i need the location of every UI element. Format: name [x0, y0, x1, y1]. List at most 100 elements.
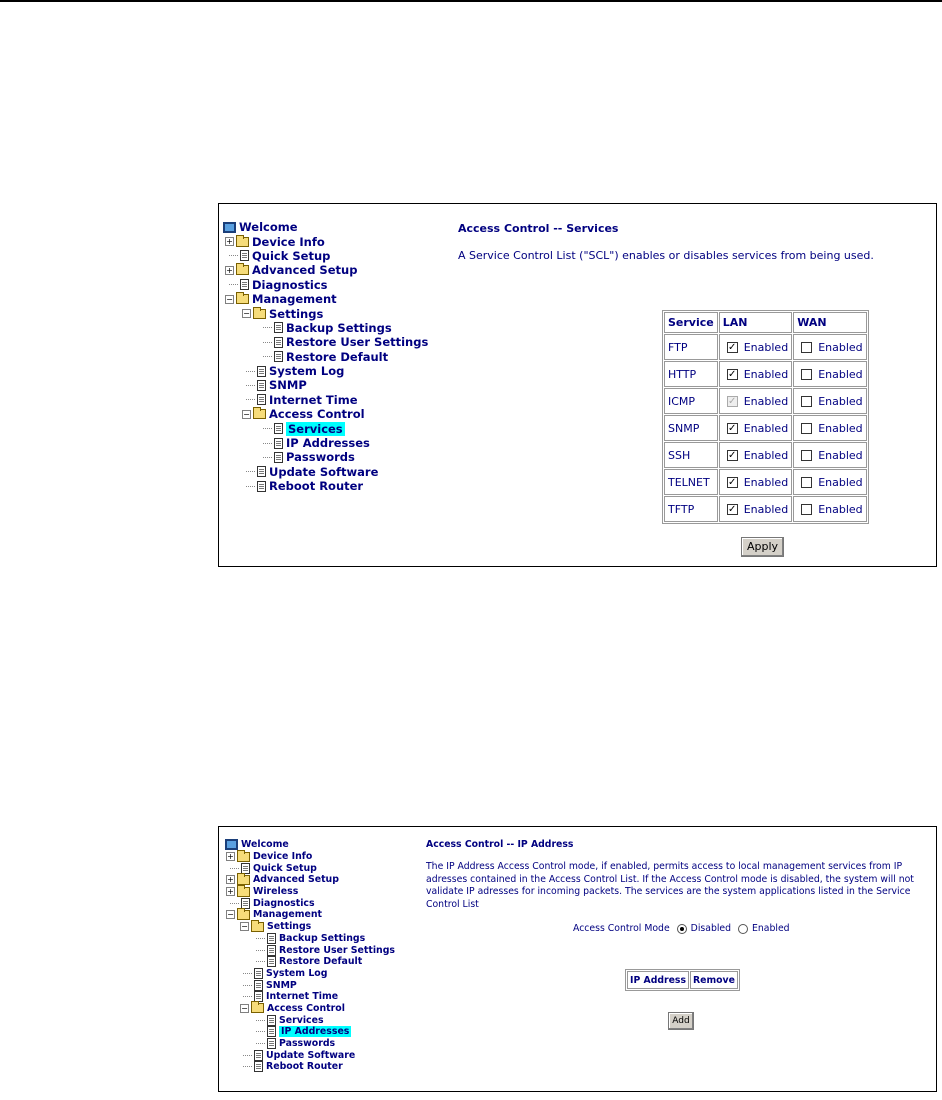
add-button[interactable]: Add — [668, 1012, 694, 1030]
wan-enabled-checkbox[interactable] — [801, 396, 813, 407]
table-row: TELNET ✓ Enabled Enabled — [664, 469, 868, 495]
page-icon — [254, 979, 263, 991]
page-icon — [257, 480, 266, 492]
tree-item-ip-addresses[interactable]: IP Addresses — [225, 1026, 395, 1038]
tree-item-diagnostics[interactable]: Diagnostics — [225, 897, 395, 909]
wan-enabled-checkbox[interactable] — [801, 423, 813, 434]
folder-icon — [237, 884, 250, 897]
column-header-service: Service — [664, 312, 718, 333]
tree-item-snmp[interactable]: SNMP — [223, 378, 428, 392]
page-icon — [267, 1038, 276, 1050]
tree-item-access-control[interactable]: − Access Control — [223, 407, 428, 421]
open-folder-icon — [237, 907, 250, 920]
wan-enabled-checkbox[interactable] — [801, 342, 813, 353]
tree-item-update-software[interactable]: Update Software — [223, 465, 428, 479]
tree-item-backup-settings[interactable]: Backup Settings — [223, 321, 428, 335]
wan-enabled-checkbox[interactable] — [801, 369, 813, 380]
tree-item-passwords[interactable]: Passwords — [223, 450, 428, 464]
tree-item-system-log[interactable]: System Log — [223, 364, 428, 378]
wan-enabled-checkbox[interactable] — [801, 477, 813, 488]
tree-item-internet-time[interactable]: Internet Time — [223, 393, 428, 407]
tree-item-services[interactable]: Services — [223, 421, 428, 436]
expand-icon[interactable]: + — [226, 852, 235, 862]
tree-connector — [243, 1054, 252, 1056]
mode-enabled-radio[interactable] — [738, 923, 749, 934]
tree-item-restore-default[interactable]: Restore Default — [225, 956, 395, 968]
apply-button[interactable]: Apply — [741, 537, 784, 557]
collapse-icon[interactable]: − — [226, 910, 235, 920]
page-title: Access Control -- Services — [458, 222, 619, 235]
mode-disabled-radio[interactable] — [676, 923, 687, 934]
lan-enabled-checkbox[interactable]: ✓ — [726, 342, 738, 353]
lan-enabled-checkbox[interactable]: ✓ — [726, 369, 738, 380]
wan-cell: Enabled — [793, 388, 868, 414]
lan-enabled-checkbox[interactable]: ✓ — [726, 504, 738, 515]
tree-item-diagnostics[interactable]: Diagnostics — [223, 278, 428, 292]
collapse-icon[interactable]: − — [240, 1003, 249, 1013]
tree-item-restore-user-settings[interactable]: Restore User Settings — [223, 335, 428, 349]
lan-cell: ✓ Enabled — [718, 415, 793, 441]
tree-item-restore-user-settings[interactable]: Restore User Settings — [225, 944, 395, 956]
tree-item-welcome[interactable]: Welcome — [223, 220, 428, 234]
tree-item-update-software[interactable]: Update Software — [225, 1049, 395, 1061]
services-content: Access Control -- Services A Service Con… — [458, 222, 874, 262]
lan-enabled-checkbox[interactable]: ✓ — [726, 423, 738, 434]
tree-item-device-info[interactable]: + Device Info — [223, 234, 428, 249]
lan-cell: ✓ Enabled — [718, 361, 793, 387]
expand-icon[interactable]: + — [225, 265, 234, 275]
tree-item-access-control[interactable]: − Access Control — [225, 1001, 395, 1015]
tree-connector — [256, 1043, 265, 1045]
tree-connector — [263, 327, 272, 329]
tree-item-snmp[interactable]: SNMP — [225, 979, 395, 991]
folder-icon — [237, 849, 250, 862]
expand-icon[interactable]: + — [226, 875, 235, 885]
lan-enabled-checkbox[interactable]: ✓ — [726, 450, 738, 461]
collapse-icon[interactable]: − — [242, 309, 251, 319]
enabled-label: Enabled — [743, 394, 789, 408]
page-description: The IP Address Access Control mode, if e… — [426, 861, 914, 910]
service-name: HTTP — [664, 361, 718, 387]
enabled-label: Enabled — [743, 502, 789, 516]
ip-address-table: IP Address Remove — [625, 969, 740, 991]
tree-item-device-info[interactable]: + Device Info — [225, 849, 395, 863]
enabled-label: Enabled — [818, 502, 863, 516]
lan-enabled-checkbox[interactable]: ✓ — [726, 477, 738, 488]
open-folder-icon — [253, 407, 266, 420]
page-icon — [274, 351, 283, 363]
lan-cell: ✓ Enabled — [718, 469, 793, 495]
wan-cell: Enabled — [793, 442, 868, 468]
tree-item-passwords[interactable]: Passwords — [225, 1038, 395, 1050]
column-header-remove: Remove — [689, 971, 738, 989]
tree-item-wireless[interactable]: + Wireless — [225, 884, 395, 898]
tree-item-advanced-setup[interactable]: + Advanced Setup — [223, 263, 428, 277]
wan-enabled-checkbox[interactable] — [801, 450, 813, 461]
tree-item-advanced-setup[interactable]: + Advanced Setup — [225, 872, 395, 886]
tree-item-restore-default[interactable]: Restore Default — [223, 350, 428, 364]
expand-icon[interactable]: + — [226, 887, 235, 897]
service-name: SSH — [664, 442, 718, 468]
tree-item-quick-setup[interactable]: Quick Setup — [225, 862, 395, 874]
tree-item-ip-addresses[interactable]: IP Addresses — [223, 436, 428, 450]
tree-item-quick-setup[interactable]: Quick Setup — [223, 249, 428, 263]
tree-item-management[interactable]: − Management — [223, 292, 428, 306]
tree-item-settings[interactable]: − Settings — [223, 306, 428, 321]
tree-item-services[interactable]: Services — [225, 1014, 395, 1026]
tree-item-settings[interactable]: − Settings — [225, 919, 395, 933]
table-row: FTP ✓ Enabled Enabled — [664, 334, 868, 360]
tree-item-backup-settings[interactable]: Backup Settings — [225, 932, 395, 945]
collapse-icon[interactable]: − — [225, 294, 234, 304]
tree-item-system-log[interactable]: System Log — [225, 967, 395, 980]
expand-icon[interactable]: + — [225, 237, 234, 247]
tree-connector — [256, 1031, 265, 1033]
wan-enabled-checkbox[interactable] — [801, 504, 813, 515]
tree-item-welcome[interactable]: Welcome — [225, 839, 395, 851]
page-icon — [240, 250, 249, 262]
table-header-row: IP Address Remove — [627, 971, 738, 989]
page-icon — [257, 394, 266, 406]
page-icon — [267, 956, 276, 968]
tree-item-reboot-router[interactable]: Reboot Router — [225, 1061, 395, 1073]
collapse-icon[interactable]: − — [240, 922, 249, 932]
collapse-icon[interactable]: − — [242, 409, 251, 419]
tree-item-reboot-router[interactable]: Reboot Router — [223, 479, 428, 493]
page-icon — [257, 379, 266, 391]
